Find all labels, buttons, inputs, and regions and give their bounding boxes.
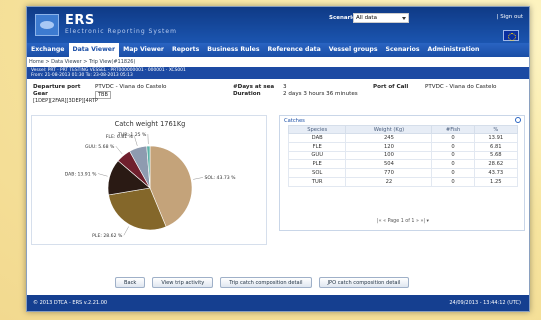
table-row[interactable]: PLE 504 0 28.62 — [287, 159, 519, 170]
scenario-label: Scenario — [329, 15, 356, 21]
catch-pie-chart: Catch weight 1761Kg SOL: 43.73 % PLE: 28.… — [31, 115, 267, 245]
cell: 245 — [345, 133, 433, 143]
cell: 1.25 — [473, 176, 519, 187]
footer-timestamp: 24/09/2013 - 13:44:12 (UTC) — [449, 300, 521, 306]
pie-label-tur: TUR: 1.25 % — [117, 132, 147, 138]
cell: TUR — [287, 176, 347, 187]
nav-exchange[interactable]: Exchange — [27, 43, 69, 57]
col-fish[interactable]: #Fish — [431, 125, 475, 134]
nav-reference-data[interactable]: Reference data — [264, 43, 325, 57]
cell: DAB — [287, 133, 347, 143]
trip-catch-composition-button[interactable]: Trip catch composition detail — [220, 277, 312, 288]
back-button[interactable]: Back — [115, 277, 146, 288]
cell: 770 — [345, 168, 433, 178]
pie-svg: SOL: 43.73 % PLE: 28.62 % DAB: 13.91 % GUU:… — [65, 132, 236, 239]
view-trip-activity-button[interactable]: View trip activity — [152, 277, 214, 288]
table-row[interactable]: TUR 22 0 1.25 — [287, 176, 519, 187]
cell: 0 — [431, 159, 475, 170]
pie-leader-guu — [115, 146, 123, 155]
cell: 100 — [345, 150, 433, 161]
nav-data-viewer[interactable]: Data Viewer — [68, 43, 120, 57]
pie-label-dab: DAB: 13.91 % — [65, 171, 97, 177]
eu-flag-icon — [503, 30, 519, 41]
breadcrumb[interactable]: Home > Data Viewer > Trip View(#11826) — [29, 59, 135, 65]
cell: 120 — [345, 141, 433, 152]
cell: 0 — [431, 168, 475, 178]
departure-port-value: PTVDC - Viana do Castelo — [95, 84, 167, 90]
nav-reports[interactable]: Reports — [168, 43, 203, 57]
cell: 5.68 — [473, 150, 519, 161]
app-subtitle: Electronic Reporting System — [65, 28, 177, 35]
nav-business-rules[interactable]: Business Rules — [203, 43, 263, 57]
pie-leader-dab — [97, 173, 108, 177]
cell: 0 — [431, 133, 475, 143]
app-name: ERS — [65, 13, 95, 28]
gear-icon[interactable] — [515, 117, 521, 123]
duration-label: Duration — [233, 91, 261, 97]
trip-summary: Departure port PTVDC - Viana do Castelo … — [33, 84, 523, 106]
nav-scenarios[interactable]: Scenarios — [382, 43, 424, 57]
cell: PLE — [287, 159, 347, 170]
col-weight[interactable]: Weight (Kg) — [345, 125, 433, 134]
trip-tags: [1DEP][2FAR][3DEP][4RTP — [33, 98, 98, 104]
header: ERS Electronic Reporting System Scenario… — [27, 7, 529, 43]
vessel-dates: From: 21-08-2013 01:30 To: 23-08-2013 05… — [31, 73, 133, 78]
cell: 28.62 — [473, 159, 519, 170]
cell: 6.81 — [473, 141, 519, 152]
col-percent[interactable]: % — [473, 125, 519, 134]
footer: © 2013 DTCA - ERS v.2.21.00 24/09/2013 -… — [27, 295, 529, 311]
scenario-value: All data — [356, 15, 377, 21]
pie-label-ple: PLE: 28.62 % — [92, 233, 123, 239]
cell: 43.73 — [473, 168, 519, 178]
table-pager[interactable]: |« « Page 1 of 1 » »| ▾ — [280, 219, 526, 224]
cell: 0 — [431, 176, 475, 187]
scenario-select[interactable]: All data — [353, 13, 409, 23]
cell: 0 — [431, 150, 475, 161]
departure-port-label: Departure port — [33, 84, 81, 90]
table-row[interactable]: FLE 120 0 6.81 — [287, 141, 519, 152]
duration-value: 2 days 3 hours 36 minutes — [283, 91, 358, 97]
chevron-down-icon — [402, 17, 406, 20]
pie-label-sol: SOL: 43.73 % — [204, 175, 236, 181]
main-nav: Exchange Data Viewer Map Viewer Reports … — [27, 43, 529, 57]
gear-label: Gear — [33, 91, 48, 97]
table-row[interactable]: SOL 770 0 43.73 — [287, 168, 519, 178]
cell: 504 — [345, 159, 433, 170]
cell: 13.91 — [473, 133, 519, 143]
cell: 22 — [345, 176, 433, 187]
action-buttons: Back View trip activity Trip catch compo… — [115, 277, 410, 288]
table-row[interactable]: DAB 245 0 13.91 — [287, 133, 519, 143]
sign-out-link[interactable]: | Sign out — [497, 14, 523, 20]
nav-vessel-groups[interactable]: Vessel groups — [325, 43, 382, 57]
pie-leader-sol — [193, 177, 203, 180]
col-species[interactable]: Species — [287, 125, 347, 134]
catches-table: Species Weight (Kg) #Fish % DAB 245 0 13.91… — [287, 125, 519, 187]
days-at-sea-value: 3 — [283, 84, 287, 90]
cell: 0 — [431, 141, 475, 152]
nav-administration[interactable]: Administration — [424, 43, 484, 57]
table-header-row: Species Weight (Kg) #Fish % — [287, 125, 519, 134]
cell: GUU — [287, 150, 347, 161]
port-of-call-value: PTVDC - Viana do Castelo — [425, 84, 497, 90]
pie-label-guu: GUU: 5.68 % — [85, 144, 115, 150]
footer-version: © 2013 DTCA - ERS v.2.21.00 — [33, 300, 108, 306]
catches-panel: Catches Species Weight (Kg) #Fish % DAB 2… — [279, 115, 525, 231]
port-of-call-label: Port of Call — [373, 84, 409, 90]
nav-map-viewer[interactable]: Map Viewer — [119, 43, 168, 57]
vessel-bar: Vessel: PRT · PRT TESTING VESSEL · PRT00… — [27, 67, 529, 79]
app-window: ERS Electronic Reporting System Scenario… — [26, 6, 530, 312]
catches-title: Catches — [284, 118, 305, 124]
jpo-catch-composition-button[interactable]: JPO catch composition detail — [318, 277, 410, 288]
pie-leader-ple — [123, 226, 129, 236]
table-row[interactable]: GUU 100 0 5.68 — [287, 150, 519, 161]
days-at-sea-label: #Days at sea — [233, 84, 275, 90]
ers-logo-icon — [35, 14, 59, 36]
cell: FLE — [287, 141, 347, 152]
cell: SOL — [287, 168, 347, 178]
